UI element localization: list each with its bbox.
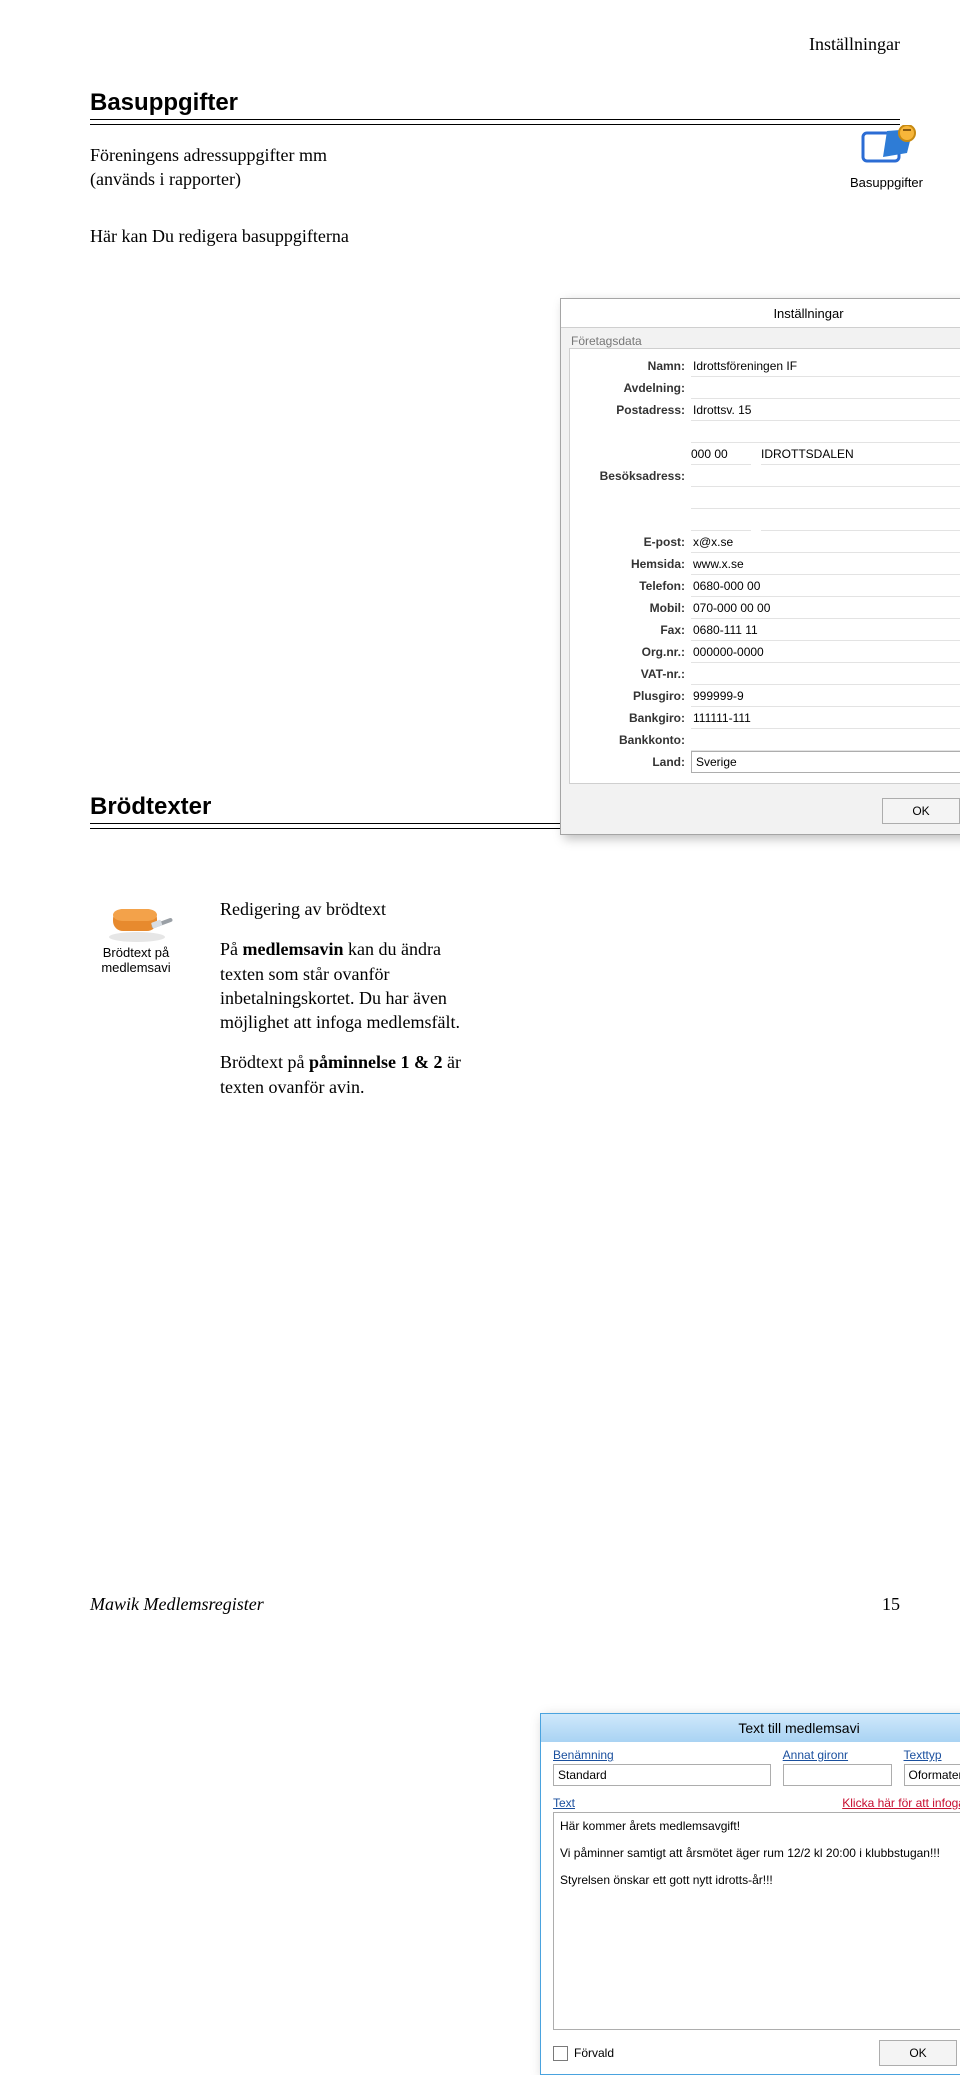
label-bankkonto: Bankkonto: — [580, 733, 691, 747]
ok-button[interactable]: OK — [882, 798, 960, 824]
label-vat: VAT-nr.: — [580, 667, 691, 681]
label-mobil: Mobil: — [580, 601, 691, 615]
select-texttyp[interactable]: Oformaterad Text ⌄ — [904, 1764, 960, 1786]
page-header-right: Inställningar — [90, 34, 900, 55]
select-land-value: Sverige — [696, 755, 737, 769]
label-epost: E-post: — [580, 535, 691, 549]
textarea-line: Styrelsen önskar ett gott nytt idrotts-å… — [560, 1871, 960, 1890]
input-postadress2[interactable] — [691, 422, 960, 443]
checkbox-label: Förvald — [574, 2046, 614, 2060]
input-benamning-value: Standard — [558, 1768, 607, 1782]
checkbox-forvald[interactable]: Förvald — [553, 2046, 614, 2061]
label-telefon: Telefon: — [580, 579, 691, 593]
p3-bold: påminnelse 1 & 2 — [309, 1052, 443, 1072]
rule — [90, 119, 900, 125]
input-besok2[interactable] — [691, 488, 960, 509]
label-annat-gironr: Annat gironr — [783, 1748, 892, 1762]
brodtext-p1: Redigering av brödtext — [220, 897, 470, 921]
label-bankgiro: Bankgiro: — [580, 711, 691, 725]
footer-left: Mawik Medlemsregister — [90, 1594, 264, 1615]
input-besok[interactable] — [691, 466, 960, 487]
basuppgifter-icon-caption: Basuppgifter — [850, 175, 923, 190]
dialog-installningar: Inställningar Företagsdata Namn:Idrottsf… — [560, 298, 960, 835]
label-avdelning: Avdelning: — [580, 381, 691, 395]
input-epost[interactable]: x@x.se — [691, 532, 960, 553]
label-postadress: Postadress: — [580, 403, 691, 417]
label-fax: Fax: — [580, 623, 691, 637]
input-fax[interactable]: 0680-111 11 — [691, 620, 960, 641]
label-namn: Namn: — [580, 359, 691, 373]
input-bankgiro[interactable]: 111111-111 — [691, 708, 960, 729]
basuppgifter-icon[interactable] — [857, 125, 917, 173]
section-basuppgifter-title: Basuppgifter — [90, 89, 900, 117]
group-label: Företagsdata — [561, 328, 960, 348]
input-hemsida[interactable]: www.x.se — [691, 554, 960, 575]
ok-button[interactable]: OK — [879, 2040, 957, 2066]
input-orgnr[interactable]: 000000-0000 — [691, 642, 960, 663]
select-texttyp-value: Oformaterad Text — [909, 1768, 960, 1782]
label-benamning: Benämning — [553, 1748, 771, 1762]
dialog-text-title: Text till medlemsavi — [738, 1720, 859, 1736]
input-mobil[interactable]: 070-000 00 00 — [691, 598, 960, 619]
dialog-installningar-title: Inställningar — [773, 306, 843, 321]
link-insert-field[interactable]: Klicka här för att infoga medlemsfält… — [842, 1796, 960, 1810]
input-plusgiro[interactable]: 999999-9 — [691, 686, 960, 707]
p2-bold: medlemsavin — [243, 939, 344, 959]
label-orgnr: Org.nr.: — [580, 645, 691, 659]
label-text: Text — [553, 1796, 575, 1810]
footer-page: 15 — [882, 1594, 900, 1615]
intro-text: Föreningens adressuppgifter mm (används … — [90, 143, 395, 192]
edit-text: Här kan Du redigera basuppgifterna — [90, 224, 395, 248]
label-hemsida: Hemsida: — [580, 557, 691, 571]
input-avdelning[interactable] — [691, 378, 960, 399]
dialog-text-medlemsavi: Text till medlemsavi Benämning Standard … — [540, 1713, 960, 2075]
checkbox-box — [553, 2046, 568, 2061]
brodtext-icon[interactable] — [107, 897, 173, 943]
input-telefon[interactable]: 0680-000 00 — [691, 576, 960, 597]
input-postadress[interactable]: Idrottsv. 15 — [691, 400, 960, 421]
input-postal-code[interactable]: 000 00 — [691, 444, 751, 465]
textarea-body[interactable]: Här kommer årets medlemsavgift! Vi påmin… — [553, 1812, 960, 2030]
input-annat-gironr[interactable] — [783, 1764, 892, 1786]
brodtext-icon-caption-1: Brödtext på — [82, 945, 190, 960]
select-land[interactable]: Sverige ▾ — [691, 751, 960, 773]
textarea-line: Vi påminner samtigt att årsmötet äger ru… — [560, 1844, 960, 1863]
input-vat[interactable] — [691, 664, 960, 685]
brodtext-icon-caption-2: medlemsavi — [82, 960, 190, 975]
textarea-line: Här kommer årets medlemsavgift! — [560, 1817, 960, 1836]
label-texttyp: Texttyp — [904, 1748, 960, 1762]
input-besok-pc[interactable] — [691, 510, 751, 531]
input-bankkonto[interactable] — [691, 730, 960, 751]
label-land: Land: — [580, 755, 691, 769]
input-benamning[interactable]: Standard — [553, 1764, 771, 1786]
label-besok: Besöksadress: — [580, 469, 691, 483]
input-city[interactable]: IDROTTSDALEN — [761, 444, 960, 465]
brodtext-p3: Brödtext på påminnelse 1 & 2 är texten o… — [220, 1050, 470, 1099]
input-besok-city[interactable] — [761, 510, 960, 531]
brodtext-p2: På medlemsavin kan du ändra texten som s… — [220, 937, 470, 1034]
label-plusgiro: Plusgiro: — [580, 689, 691, 703]
input-namn[interactable]: Idrottsföreningen IF — [691, 356, 960, 377]
p3-pre: Brödtext på — [220, 1052, 309, 1072]
p2-pre: På — [220, 939, 243, 959]
